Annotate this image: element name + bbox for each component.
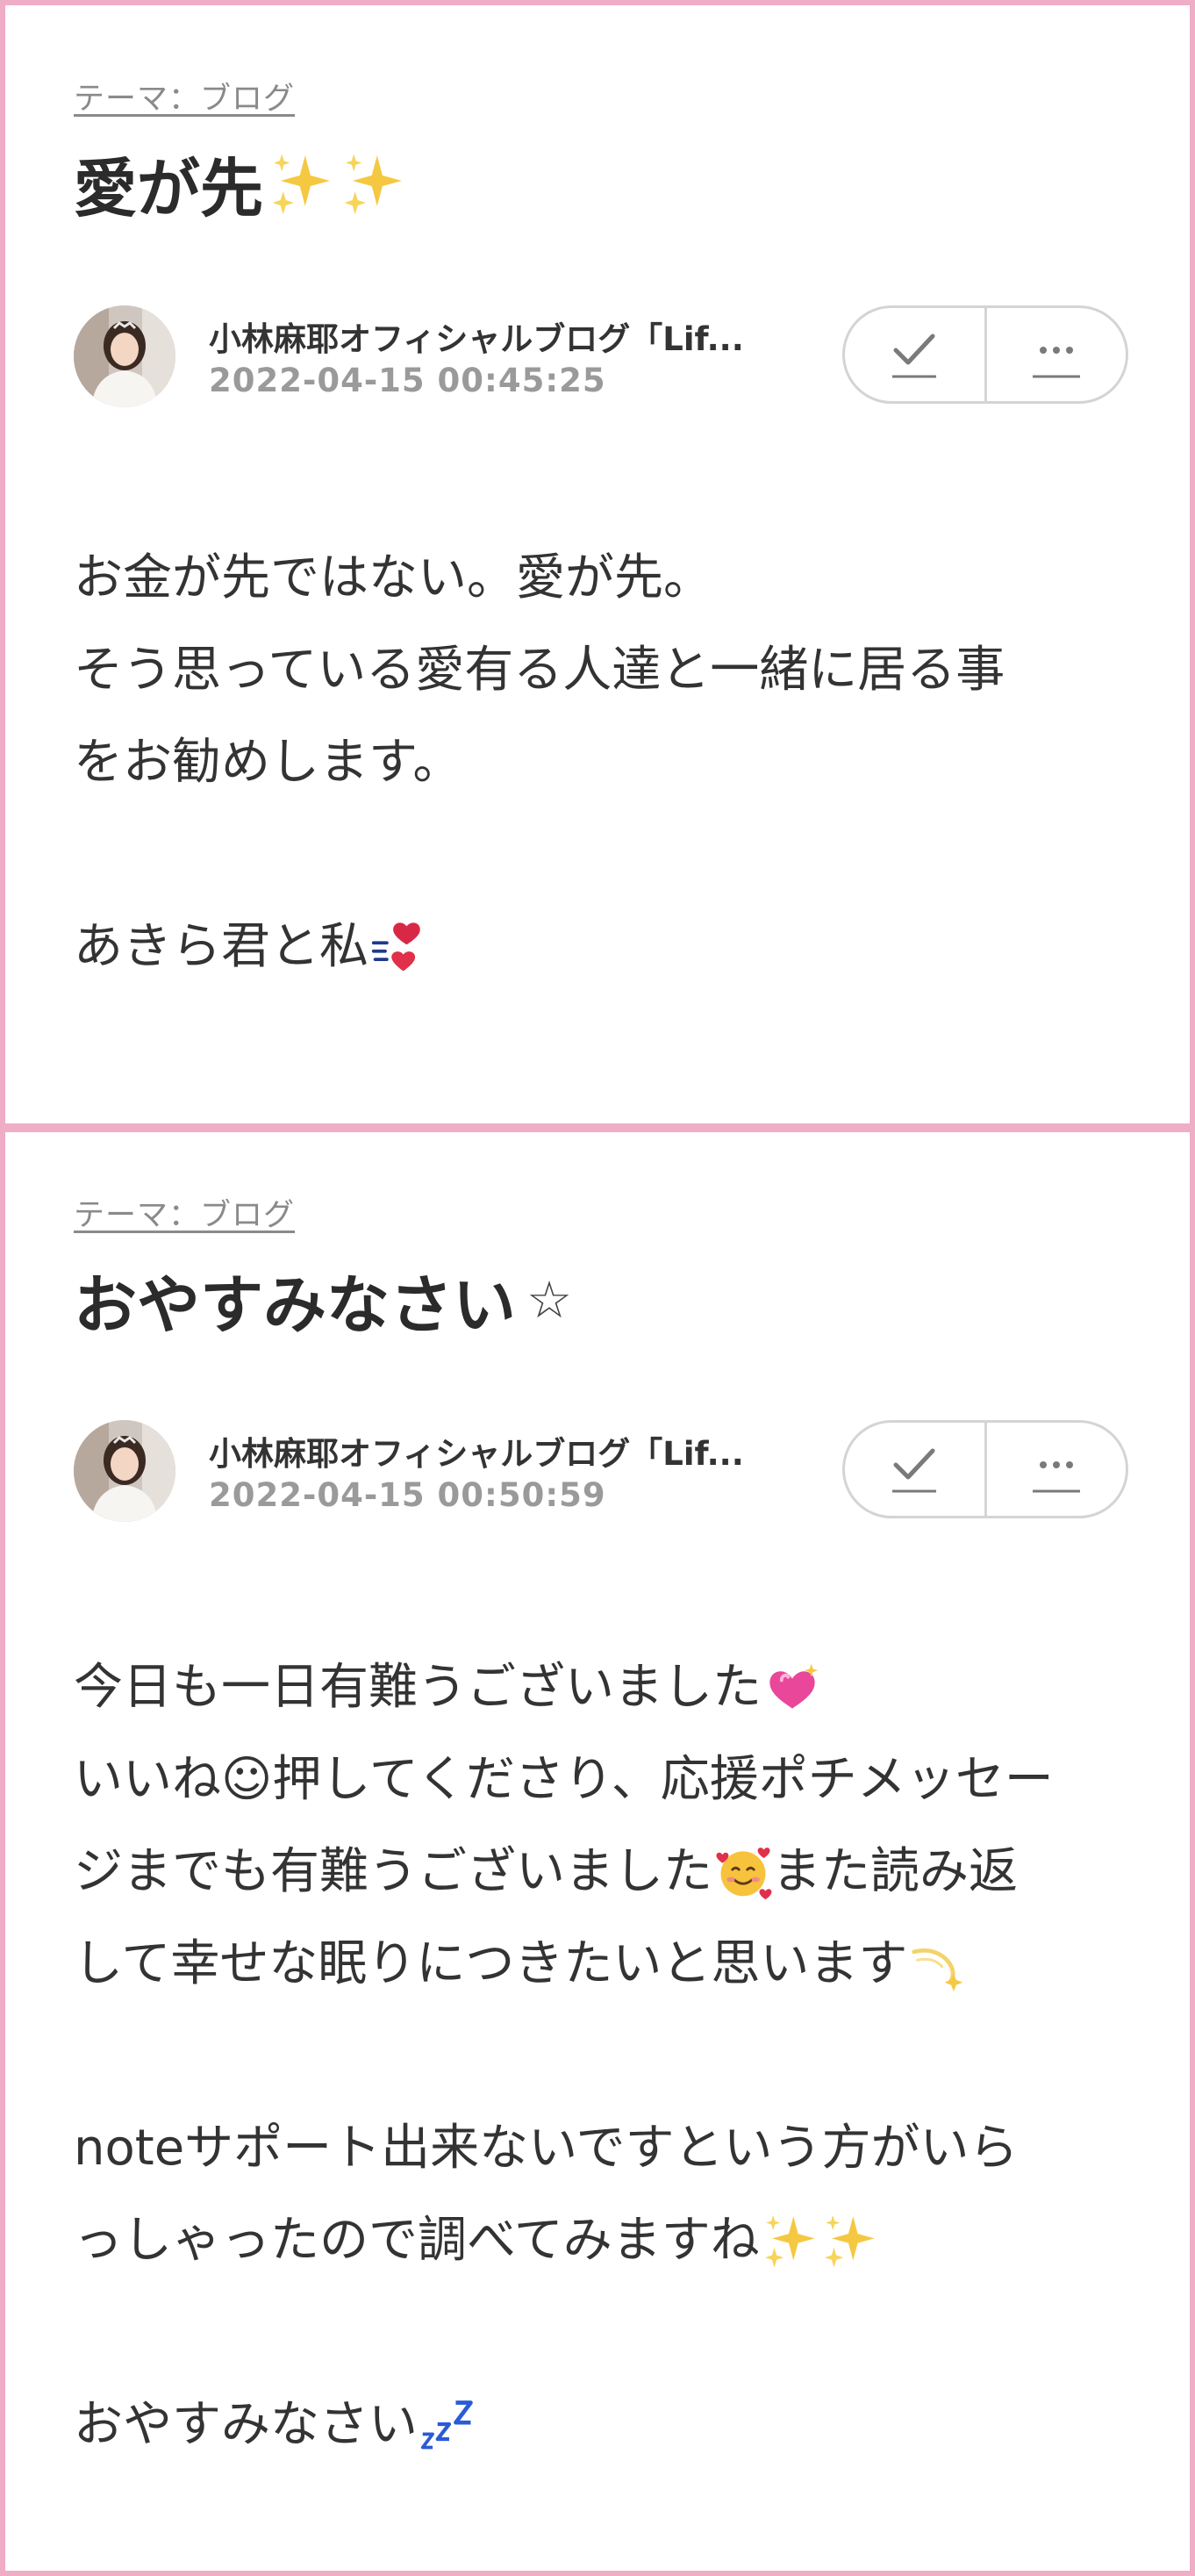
smiling-face-with-hearts-icon bbox=[716, 1847, 772, 1899]
action-button-group bbox=[842, 1420, 1128, 1518]
screenshot-frame: テーマ：ブログ 愛が先 小林麻耶オフィシャルブログ「Lif... 2022-04… bbox=[0, 0, 1195, 2576]
body-line-text: して幸せな眠りにつきたいと思います bbox=[74, 1935, 908, 1992]
theme-link[interactable]: テーマ：ブログ bbox=[74, 1190, 295, 1235]
more-dots-icon bbox=[1032, 1461, 1080, 1493]
blog-name[interactable]: 小林麻耶オフィシャルブログ「Lif... bbox=[209, 1427, 744, 1475]
post-date: 2022-04-15 00:45:25 bbox=[209, 362, 606, 399]
body-line: そう思っている愛有る人達と一緒に居る事 bbox=[74, 642, 1005, 699]
dizzy-icon bbox=[912, 1948, 963, 1991]
action-button-group bbox=[842, 305, 1128, 404]
blog-name[interactable]: 小林麻耶オフィシャルブログ「Lif... bbox=[209, 312, 744, 360]
post-title[interactable]: おやすみなさい ☆ bbox=[74, 1253, 572, 1345]
author-avatar[interactable] bbox=[74, 1420, 175, 1522]
post-title-text: おやすみなさい bbox=[74, 1268, 517, 1342]
more-dots-icon bbox=[1032, 347, 1080, 378]
sparkling-heart-icon bbox=[769, 1663, 819, 1709]
body-line: 今日も一日有難うございました bbox=[74, 1641, 1054, 1733]
post-body: お金が先ではない。愛が先。 そう思っている愛有る人達と一緒に居る事 をお勧めしま… bbox=[74, 532, 1005, 993]
check-icon bbox=[892, 334, 937, 378]
body-line: ジまでも有難うございました また読み返 bbox=[74, 1826, 1054, 1918]
body-line: おやすみなさい bbox=[74, 2379, 1054, 2471]
blog-post-card-1: テーマ：ブログ 愛が先 小林麻耶オフィシャルブログ「Lif... 2022-04… bbox=[5, 5, 1190, 1123]
post-date: 2022-04-15 00:50:59 bbox=[209, 1476, 606, 1514]
body-line-text: ジまでも有難うございました bbox=[74, 1843, 712, 1900]
sparkles-icon bbox=[272, 154, 330, 214]
body-line-text: おやすみなさい bbox=[74, 2396, 418, 2453]
body-line-text: あきら君と私 bbox=[74, 918, 369, 975]
blog-post-card-2: テーマ：ブログ おやすみなさい ☆ 小林麻耶オフィシャルブログ「Lif... 2… bbox=[5, 1132, 1190, 2571]
author-row: 小林麻耶オフィシャルブログ「Lif... 2022-04-15 00:50:59 bbox=[74, 1420, 1128, 1525]
more-options-button[interactable] bbox=[987, 1423, 1127, 1516]
more-options-button[interactable] bbox=[987, 308, 1127, 401]
body-line: いいね☺押してくださり、応援ポチメッセー bbox=[74, 1751, 1054, 1808]
body-line-text: っしゃったので調べてみますね bbox=[74, 2212, 760, 2269]
check-button[interactable] bbox=[845, 1423, 984, 1516]
body-line-text: 今日も一日有難うございました bbox=[74, 1659, 762, 1716]
post-body: 今日も一日有難うございました いいね☺押してくださり、応援ポチメッセー ジまでも… bbox=[74, 1641, 1054, 2471]
body-line: あきら君と私 bbox=[74, 901, 1005, 993]
sparkles-icon bbox=[824, 2214, 875, 2267]
author-row: 小林麻耶オフィシャルブログ「Lif... 2022-04-15 00:45:25 bbox=[74, 305, 1128, 411]
body-line: して幸せな眠りにつきたいと思います bbox=[74, 1918, 1054, 2010]
theme-link[interactable]: テーマ：ブログ bbox=[74, 74, 295, 118]
post-title[interactable]: 愛が先 bbox=[74, 137, 407, 229]
body-line: noteサポート出来ないですという方がいら bbox=[74, 2120, 1019, 2177]
zzz-icon bbox=[420, 2400, 473, 2449]
check-button[interactable] bbox=[845, 308, 984, 401]
sparkles-icon bbox=[764, 2214, 815, 2267]
post-title-text: 愛が先 bbox=[74, 152, 264, 226]
body-line: っしゃったので調べてみますね bbox=[74, 2194, 1054, 2286]
check-icon bbox=[892, 1448, 937, 1493]
body-line-text-cont: また読み返 bbox=[772, 1843, 1018, 1900]
body-line: お金が先ではない。愛が先。 bbox=[74, 549, 712, 606]
two-hearts-icon bbox=[371, 922, 420, 971]
sparkles-icon bbox=[344, 154, 402, 214]
author-avatar[interactable] bbox=[74, 305, 175, 407]
body-line: をお勧めします。 bbox=[74, 734, 462, 791]
post-title-suffix: ☆ bbox=[526, 1269, 573, 1330]
